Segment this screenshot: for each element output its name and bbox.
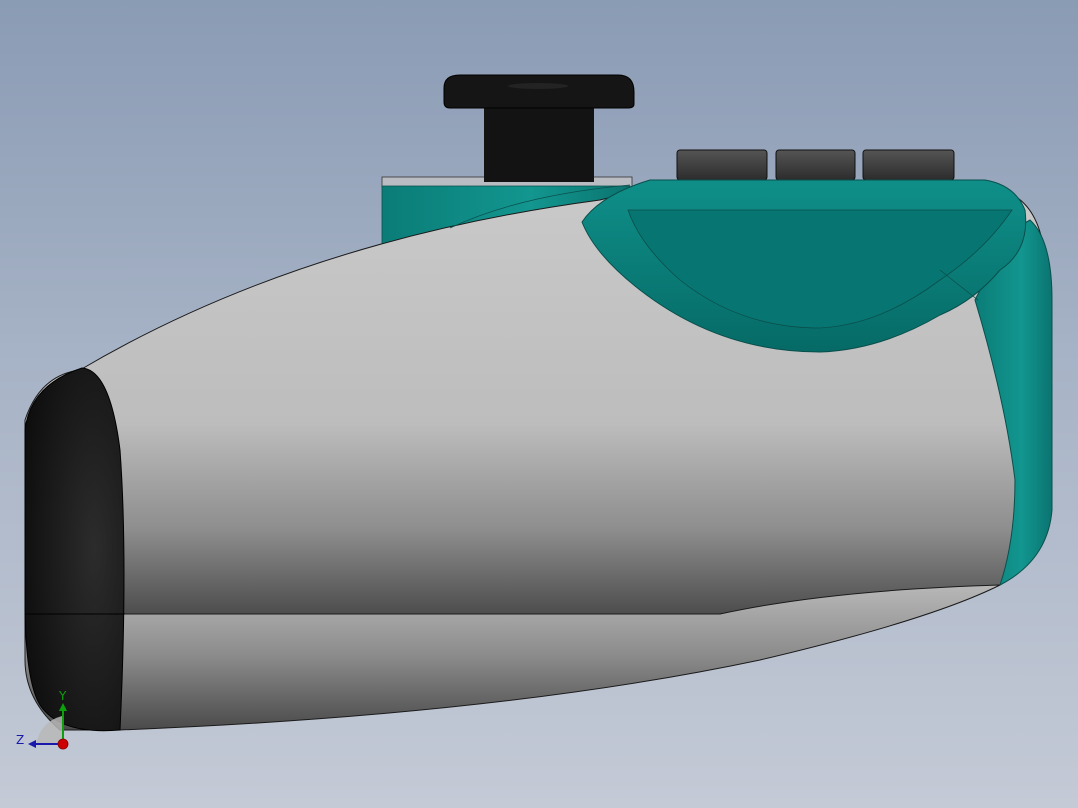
front-cap[interactable] — [24, 367, 125, 732]
triad-arc — [36, 716, 62, 745]
button-3[interactable] — [862, 149, 955, 181]
triad-z-label: Z — [16, 733, 24, 747]
cad-viewport[interactable]: Y Z — [0, 0, 1078, 808]
triad-y-label: Y — [58, 689, 67, 703]
face-buttons[interactable] — [676, 149, 955, 181]
button-2[interactable] — [775, 149, 856, 181]
button-1[interactable] — [676, 149, 768, 181]
joystick-cap[interactable] — [443, 74, 635, 109]
joystick[interactable] — [443, 74, 635, 182]
joystick-stem — [484, 100, 594, 182]
model-canvas[interactable]: Y Z — [0, 0, 1078, 808]
triad-x-axis-dot — [57, 738, 69, 750]
